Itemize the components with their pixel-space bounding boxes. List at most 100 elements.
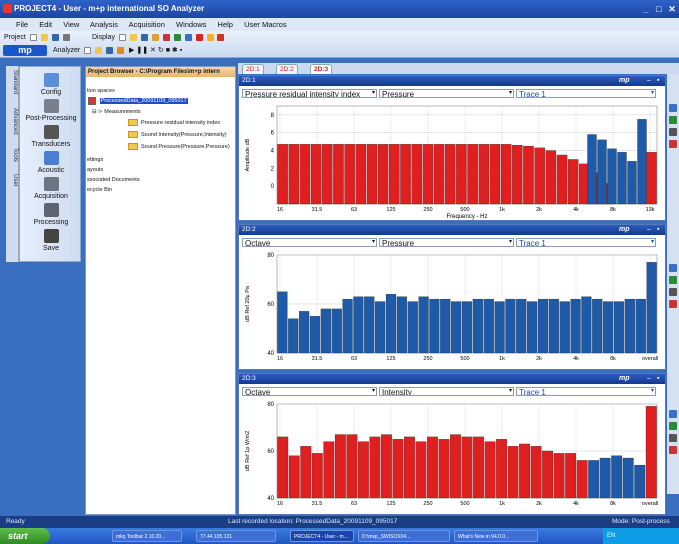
window-minimize-icon[interactable]: – [647, 76, 651, 86]
zoom-in-icon[interactable] [669, 116, 677, 124]
measurements-node[interactable]: ⊟ ⊳ Measurements [92, 108, 141, 116]
menu-windows[interactable]: Windows [176, 20, 206, 29]
maximize-button[interactable]: □ [653, 3, 665, 15]
taskbar-item[interactable]: D:\mvp_SWISOX04... [358, 530, 450, 542]
marker-tool-icon[interactable] [669, 446, 677, 454]
zoom-in-icon[interactable] [669, 422, 677, 430]
setup-icon[interactable] [117, 46, 125, 54]
settings-icon[interactable]: ✱ [172, 47, 178, 54]
taskbar-item[interactable]: PROJECT4 - User - m... [290, 530, 354, 542]
list-item-label: Pressure residual intensity index [141, 120, 221, 126]
menu-acquisition[interactable]: Acquisition [129, 20, 165, 29]
nav-post-processing[interactable]: Post-Processing [20, 99, 82, 122]
window-close-icon[interactable]: ▪ [657, 374, 659, 384]
taskbar-item[interactable]: What's New in 94.0.0... [454, 530, 538, 542]
menu-edit[interactable]: Edit [39, 20, 52, 29]
list-item[interactable]: Sound Pressure(Pressure,Pressure) [128, 143, 230, 151]
loop-icon[interactable]: ↻ [158, 47, 164, 54]
tab-2d1[interactable]: 2D:1 [242, 64, 264, 74]
tab-2d3[interactable]: 2D:3 [310, 64, 333, 74]
save-analysis-icon[interactable] [106, 46, 114, 54]
nav-processing[interactable]: Processing [20, 203, 82, 226]
nav-transducers[interactable]: Transducers [20, 125, 82, 148]
open-analysis-icon[interactable] [95, 46, 103, 54]
chart-type-icon[interactable] [151, 33, 159, 41]
tab-standard[interactable]: Standard [7, 70, 18, 94]
tab-2d2[interactable]: 2D:2 [276, 64, 298, 74]
nav-acoustic[interactable]: Acoustic [20, 151, 82, 174]
bar [385, 294, 397, 354]
nav-config[interactable]: Config [20, 73, 82, 96]
trace-select[interactable]: Trace 1 [516, 387, 656, 396]
record-square-icon[interactable]: ■ [166, 47, 170, 54]
tab-user[interactable]: User [7, 174, 18, 187]
channel-select[interactable]: Pressure [379, 89, 514, 98]
save-display-icon[interactable] [140, 33, 148, 41]
new-display-icon[interactable] [118, 33, 126, 41]
menu-analysis[interactable]: Analysis [90, 20, 118, 29]
table-icon[interactable] [669, 264, 677, 272]
nav-acquisition[interactable]: Acquisition [20, 177, 82, 200]
list-item[interactable]: Sound Intensity(Pressure,Intensity) [128, 131, 227, 139]
settings-node[interactable]: ettings [87, 156, 103, 164]
recycle-bin-node[interactable]: ecycle Bin [87, 186, 112, 194]
open-display-icon[interactable] [129, 33, 137, 41]
status-bar: Ready Last recorded location: ProcessedD… [0, 516, 679, 528]
cursor-icon[interactable] [162, 33, 170, 41]
trace-select[interactable]: Trace 1 [516, 238, 656, 247]
bar [496, 439, 507, 499]
x-axis-label: Frequency - Hz [446, 214, 487, 220]
play-icon[interactable]: ▶ [129, 47, 134, 54]
grid-icon[interactable] [184, 33, 192, 41]
table-icon[interactable] [669, 410, 677, 418]
channel-select[interactable]: Intensity [379, 387, 514, 396]
function-select[interactable]: Octave [242, 387, 377, 396]
refresh-icon[interactable] [669, 128, 677, 136]
tab-advanced[interactable]: Advanced [7, 108, 18, 135]
window-minimize-icon[interactable]: – [647, 374, 651, 384]
channel-select[interactable]: Pressure [379, 238, 514, 247]
print-icon[interactable] [62, 33, 70, 41]
marker-tool-icon[interactable] [669, 300, 677, 308]
menu-view[interactable]: View [63, 20, 79, 29]
function-select[interactable]: Pressure residual intensity index [242, 89, 377, 98]
taskbar-item[interactable]: 77.44.105.131 [196, 530, 276, 542]
function-select[interactable]: Octave [242, 238, 377, 247]
open-icon[interactable] [40, 33, 48, 41]
zoom-in-icon[interactable] [669, 276, 677, 284]
window-close-icon[interactable]: ▪ [657, 76, 659, 86]
save-result-icon[interactable]: ▪ [180, 47, 182, 54]
stop-icon[interactable]: ✕ [150, 47, 156, 54]
record-icon[interactable] [217, 33, 225, 41]
language-indicator[interactable]: EN [607, 533, 615, 539]
menu-user-macros[interactable]: User Macros [244, 20, 287, 29]
nav-save[interactable]: Save [20, 229, 82, 252]
menu-file[interactable]: File [16, 20, 28, 29]
new-analysis-icon[interactable] [84, 46, 92, 54]
taskbar-item[interactable]: mkq Toolbar 2.10.20... [112, 530, 182, 542]
close-button[interactable]: ✕ [666, 3, 678, 15]
workspaces-node[interactable]: tion spaces [87, 87, 115, 95]
tab-tools[interactable]: Tools [7, 148, 18, 162]
expand-icon[interactable]: ⊟ [92, 109, 97, 115]
zoom-icon[interactable] [173, 33, 181, 41]
bars-icon[interactable] [206, 33, 214, 41]
pause-icon[interactable]: ❚❚ [136, 47, 148, 54]
marker-icon[interactable] [195, 33, 203, 41]
list-item[interactable]: Pressure residual intensity index [128, 119, 220, 127]
refresh-icon[interactable] [669, 434, 677, 442]
layouts-node[interactable]: ayouts [87, 166, 103, 174]
save-icon[interactable] [51, 33, 59, 41]
start-button[interactable]: start [0, 528, 50, 544]
window-close-icon[interactable]: ▪ [657, 225, 659, 235]
menu-help[interactable]: Help [218, 20, 233, 29]
new-icon[interactable] [29, 33, 37, 41]
window-minimize-icon[interactable]: – [647, 225, 651, 235]
selected-node[interactable]: ProcessedData_20091109_095017 [88, 97, 188, 105]
marker-tool-icon[interactable] [669, 140, 677, 148]
table-icon[interactable] [669, 104, 677, 112]
minimize-button[interactable]: _ [640, 3, 652, 15]
refresh-icon[interactable] [669, 288, 677, 296]
trace-select[interactable]: Trace 1 [516, 89, 656, 98]
documents-node[interactable]: ssociated Documents [87, 176, 140, 184]
